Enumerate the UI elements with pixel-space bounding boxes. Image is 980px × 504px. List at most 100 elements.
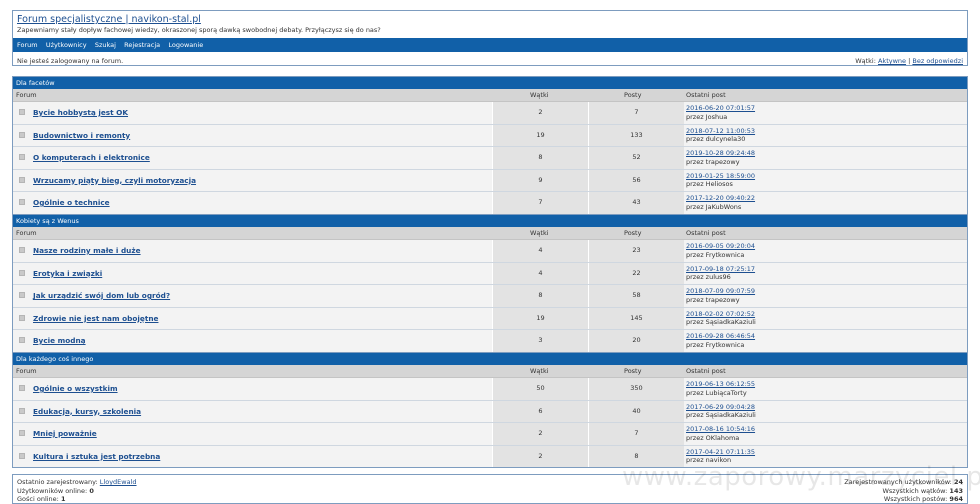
forum-link[interactable]: Edukacja, kursy, szkolenia	[33, 407, 141, 416]
column-forum: Forum	[16, 367, 37, 375]
last-post-date-link[interactable]: 2019-10-28 09:24:48	[686, 149, 755, 157]
forum-row: Ogólnie o wszystkim 50 350 2019-06-13 06:12…	[13, 378, 967, 401]
last-post-date-link[interactable]: 2017-09-18 07:25:17	[686, 265, 755, 273]
forum-last-post: 2017-06-29 09:04:28 przez SąsiadkaKaziuli	[686, 403, 756, 420]
category-title: Dla facetów	[13, 77, 967, 89]
forum-post-count: 133	[588, 124, 684, 146]
column-threads: Wątki	[530, 229, 549, 237]
last-post-author: przez dulcynela30	[686, 135, 746, 143]
last-post-date-link[interactable]: 2017-08-16 10:54:16	[686, 425, 755, 433]
forum-description: Zapewniamy stały dopływ fachowej wiedzy,…	[17, 26, 381, 34]
forum-post-count: 145	[588, 307, 684, 329]
forum-link[interactable]: Bycie modną	[33, 336, 86, 345]
last-post-author: przez Joshua	[686, 112, 728, 121]
online-guests-label: Gości online:	[17, 495, 59, 503]
forum-last-post: 2019-10-28 09:24:48 przez trapezowy	[686, 149, 755, 166]
nav-search[interactable]: Szukaj	[95, 38, 116, 52]
forum-thread-count: 7	[492, 192, 588, 214]
last-post-author: przez trapezowy	[686, 295, 740, 304]
column-posts: Posty	[624, 229, 642, 237]
nav-forum[interactable]: Forum	[17, 38, 38, 52]
forum-last-post: 2016-09-28 06:46:54 przez Frytkownica	[686, 332, 755, 349]
forum-link[interactable]: Nasze rodziny małe i duże	[33, 246, 141, 255]
forum-link[interactable]: Zdrowie nie jest nam obojętne	[33, 314, 158, 323]
forum-link[interactable]: Kultura i sztuka jest potrzebna	[33, 452, 160, 461]
forum-link[interactable]: Jak urządzić swój dom lub ogród?	[33, 291, 170, 300]
forum-row: Nasze rodziny małe i duże 4 23 2016-09-05 0…	[13, 240, 967, 263]
forum-header: Forum specjalistyczne | navikon-stal.pl …	[12, 10, 968, 66]
forum-thread-count: 8	[492, 285, 588, 307]
column-headers: Forum Wątki Posty Ostatni post	[13, 227, 967, 240]
active-topics-link[interactable]: Aktywne	[878, 57, 906, 65]
forum-title-link[interactable]: Forum specjalistyczne | navikon-stal.pl	[17, 14, 201, 25]
last-post-date-link[interactable]: 2016-06-20 07:01:57	[686, 104, 755, 112]
forum-last-post: 2018-07-12 11:00:53 przez dulcynela30	[686, 127, 755, 144]
last-post-author: przez Frytkownica	[686, 250, 745, 259]
forum-last-post: 2018-02-02 07:02:52 przez SąsiadkaKaziuli	[686, 310, 756, 327]
forum-link[interactable]: Erotyka i związki	[33, 269, 102, 278]
forum-status-icon	[19, 337, 25, 343]
column-threads: Wątki	[530, 91, 549, 99]
nav-login[interactable]: Logowanie	[168, 38, 203, 52]
forum-row: Bycie modną 3 20 2016-09-28 06:46:54 przez F…	[13, 330, 967, 352]
forum-row: Zdrowie nie jest nam obojętne 19 145 2018-0…	[13, 307, 967, 330]
forum-post-count: 43	[588, 192, 684, 214]
last-post-date-link[interactable]: 2017-04-21 07:11:35	[686, 448, 755, 456]
topics-label: Wątki:	[855, 57, 876, 65]
last-registered-user-link[interactable]: LloydEwald	[100, 478, 137, 486]
forum-post-count: 52	[588, 147, 684, 169]
forum-link[interactable]: Ogólnie o wszystkim	[33, 384, 118, 393]
last-post-date-link[interactable]: 2017-06-29 09:04:28	[686, 403, 755, 411]
forum-link[interactable]: Mniej poważnie	[33, 429, 97, 438]
forum-link[interactable]: Wrzucamy piąty bieg, czyli motoryzacja	[33, 176, 196, 185]
forum-link[interactable]: Ogólnie o technice	[33, 198, 110, 207]
last-post-date-link[interactable]: 2018-02-02 07:02:52	[686, 310, 755, 318]
last-post-date-link[interactable]: 2018-07-09 09:07:59	[686, 287, 755, 295]
forum-link[interactable]: Budownictwo i remonty	[33, 131, 130, 140]
last-post-date-link[interactable]: 2017-12-20 09:40:22	[686, 194, 755, 202]
column-forum: Forum	[16, 91, 37, 99]
last-post-author: przez trapezowy	[686, 157, 740, 166]
unanswered-topics-link[interactable]: Bez odpowiedzi	[912, 57, 963, 65]
forum-last-post: 2019-01-25 18:59:00 przez Heliosos	[686, 172, 755, 189]
column-posts: Posty	[624, 367, 642, 375]
forum-status-icon	[19, 176, 25, 183]
column-last-post: Ostatni post	[686, 367, 726, 375]
forum-status-icon	[19, 247, 25, 253]
category-title: Dla każdego coś innego	[13, 353, 967, 365]
forum-row: Jak urządzić swój dom lub ogród? 8 58 2018-…	[13, 285, 967, 308]
forum-link[interactable]: O komputerach i elektronice	[33, 153, 150, 162]
forum-thread-count: 2	[492, 423, 588, 445]
forum-status-icon	[19, 385, 25, 391]
last-post-date-link[interactable]: 2016-09-28 06:46:54	[686, 332, 755, 340]
last-post-author: przez JaKubWons	[686, 202, 742, 211]
last-post-date-link[interactable]: 2019-06-13 06:12:55	[686, 380, 755, 388]
nav-users[interactable]: Użytkownicy	[46, 38, 87, 52]
forum-post-count: 20	[588, 330, 684, 352]
last-post-author: przez Frytkownica	[686, 340, 745, 349]
online-users-count: 0	[89, 486, 94, 495]
forum-link[interactable]: Bycie hobbystą jest OK	[33, 108, 128, 117]
forum-post-count: 350	[588, 378, 684, 400]
forum-row: Erotyka i związki 4 22 2017-09-18 07:25:17 p…	[13, 262, 967, 285]
total-posts-label: Wszystkich postów:	[883, 495, 948, 503]
last-post-author: przez LubiącaTorty	[686, 388, 747, 397]
forum-row: Wrzucamy piąty bieg, czyli motoryzacja 9 5…	[13, 169, 967, 192]
last-post-date-link[interactable]: 2019-01-25 18:59:00	[686, 172, 755, 180]
forum-post-count: 23	[588, 240, 684, 262]
topics-links: Wątki: Aktywne | Bez odpowiedzi	[855, 57, 963, 65]
nav-register[interactable]: Rejestracja	[124, 38, 160, 52]
forum-thread-count: 19	[492, 124, 588, 146]
forum-post-count: 22	[588, 262, 684, 284]
forum-status-icon	[19, 154, 25, 160]
last-post-date-link[interactable]: 2018-07-12 11:00:53	[686, 127, 755, 135]
column-last-post: Ostatni post	[686, 229, 726, 237]
last-post-author: przez zulus96	[686, 273, 731, 281]
column-headers: Forum Wątki Posty Ostatni post	[13, 89, 967, 102]
last-post-author: przez SąsiadkaKaziuli	[686, 318, 756, 326]
topics-separator: |	[908, 57, 911, 65]
forum-thread-count: 9	[492, 169, 588, 191]
forum-post-count: 58	[588, 285, 684, 307]
last-post-author: przez Heliosos	[686, 180, 733, 188]
last-post-date-link[interactable]: 2016-09-05 09:20:04	[686, 242, 755, 250]
